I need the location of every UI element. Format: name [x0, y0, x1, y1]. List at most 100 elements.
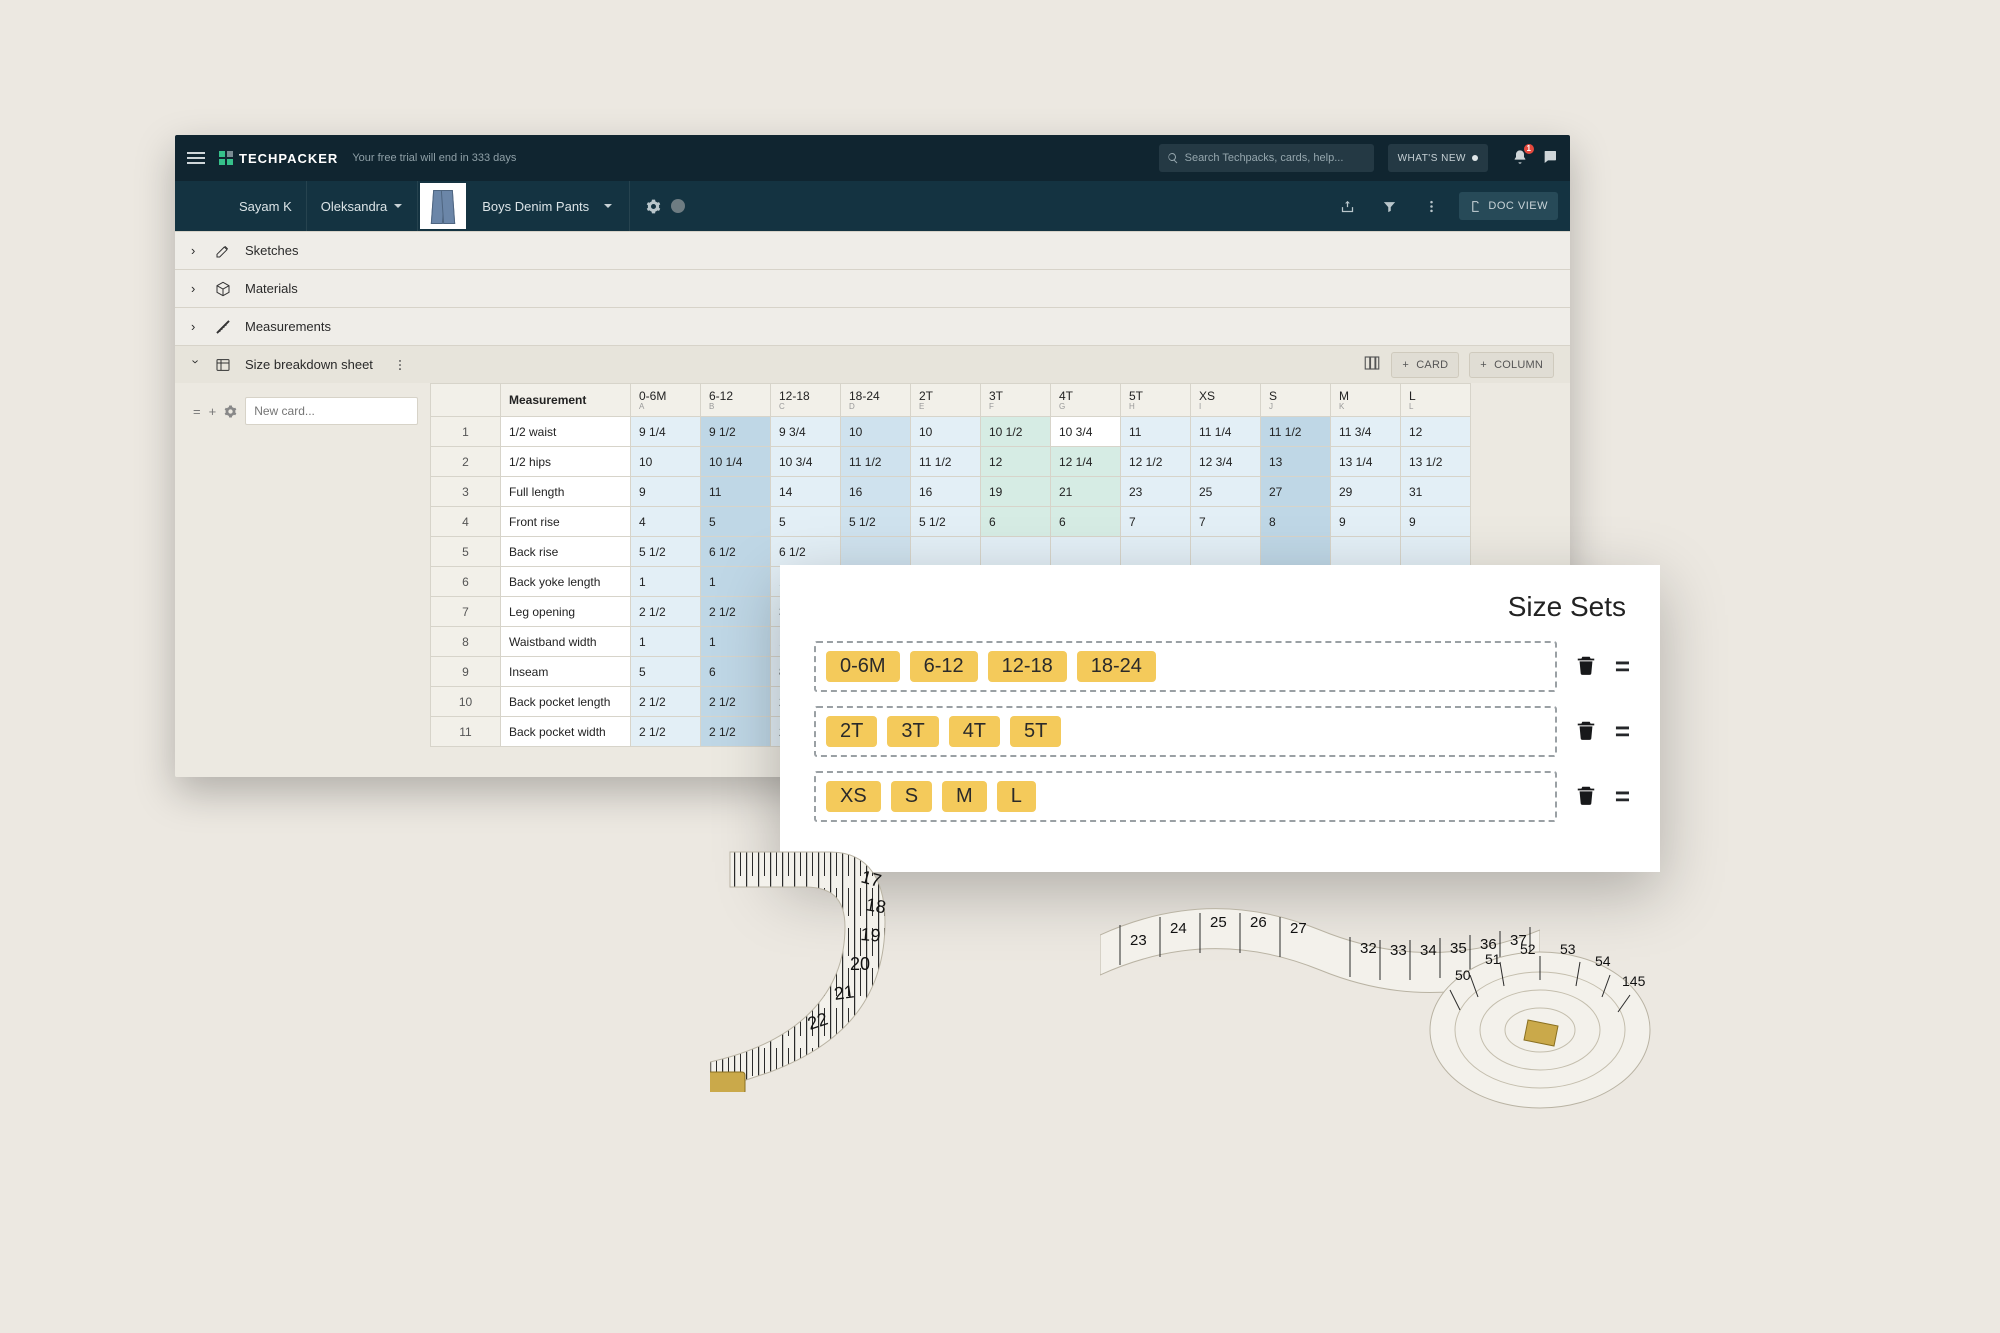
whats-new-button[interactable]: WHAT'S NEW	[1388, 144, 1488, 172]
cell[interactable]: 2 1/2	[631, 597, 701, 627]
cell[interactable]: 5	[771, 507, 841, 537]
measurement-name[interactable]: Back yoke length	[501, 567, 631, 597]
share-button[interactable]	[1333, 192, 1361, 220]
gear-icon[interactable]	[646, 199, 661, 214]
product-thumbnail[interactable]	[420, 183, 466, 229]
cell[interactable]: 29	[1331, 477, 1401, 507]
cell[interactable]: 10 1/2	[981, 417, 1051, 447]
cell[interactable]: 11 1/2	[841, 447, 911, 477]
size-chip[interactable]: 18-24	[1077, 651, 1156, 682]
chat-button[interactable]	[1542, 149, 1558, 168]
cell[interactable]: 6	[981, 507, 1051, 537]
cell[interactable]: 5 1/2	[911, 507, 981, 537]
cell[interactable]: 12 3/4	[1191, 447, 1261, 477]
measurement-name[interactable]: 1/2 hips	[501, 447, 631, 477]
measurement-name[interactable]: Back pocket length	[501, 687, 631, 717]
cell[interactable]: 14	[771, 477, 841, 507]
section-materials[interactable]: › Materials	[175, 269, 1570, 307]
measurement-name[interactable]: Front rise	[501, 507, 631, 537]
cell[interactable]: 11 1/2	[1261, 417, 1331, 447]
cell[interactable]	[911, 537, 981, 567]
size-chip[interactable]: M	[942, 781, 987, 812]
product-selector[interactable]: Boys Denim Pants	[466, 199, 629, 214]
column-header[interactable]: SJ	[1261, 384, 1331, 417]
drag-handle[interactable]: =	[1615, 781, 1626, 812]
cell[interactable]: 1	[631, 627, 701, 657]
cell[interactable]: 11 1/2	[911, 447, 981, 477]
measurement-name[interactable]: Inseam	[501, 657, 631, 687]
cell[interactable]: 31	[1401, 477, 1471, 507]
column-header[interactable]: XSI	[1191, 384, 1261, 417]
cell[interactable]: 4	[631, 507, 701, 537]
cell[interactable]: 5 1/2	[631, 537, 701, 567]
cell[interactable]	[1051, 537, 1121, 567]
cell[interactable]: 9 3/4	[771, 417, 841, 447]
measurement-name[interactable]: Waistband width	[501, 627, 631, 657]
cell[interactable]: 5	[631, 657, 701, 687]
cell[interactable]: 2 1/2	[701, 717, 771, 747]
size-chip[interactable]: 5T	[1010, 716, 1061, 747]
cell[interactable]: 16	[911, 477, 981, 507]
column-header[interactable]: MK	[1331, 384, 1401, 417]
cell[interactable]: 23	[1121, 477, 1191, 507]
cell[interactable]: 6	[701, 657, 771, 687]
cell[interactable]: 7	[1191, 507, 1261, 537]
cell[interactable]: 1	[701, 567, 771, 597]
column-header[interactable]: 3TF	[981, 384, 1051, 417]
size-set-dropzone[interactable]: XSSML	[814, 771, 1557, 822]
cell[interactable]	[981, 537, 1051, 567]
column-header[interactable]: LL	[1401, 384, 1471, 417]
cell[interactable]: 13	[1261, 447, 1331, 477]
size-chip[interactable]: XS	[826, 781, 881, 812]
cell[interactable]: 2 1/2	[701, 597, 771, 627]
cell[interactable]: 10	[841, 417, 911, 447]
cell[interactable]: 12 1/4	[1051, 447, 1121, 477]
size-set-dropzone[interactable]: 2T3T4T5T	[814, 706, 1557, 757]
delete-set-button[interactable]	[1575, 783, 1597, 810]
cell[interactable]: 1	[701, 627, 771, 657]
cell[interactable]: 10	[631, 447, 701, 477]
cell[interactable]: 10	[911, 417, 981, 447]
cell[interactable]: 8	[1261, 507, 1331, 537]
cell[interactable]: 9 1/2	[701, 417, 771, 447]
cell[interactable]: 11	[1121, 417, 1191, 447]
cell[interactable]: 13 1/4	[1331, 447, 1401, 477]
column-header[interactable]: 4TG	[1051, 384, 1121, 417]
size-chip[interactable]: 2T	[826, 716, 877, 747]
cell[interactable]: 7	[1121, 507, 1191, 537]
cell[interactable]: 10 3/4	[771, 447, 841, 477]
cell[interactable]: 1	[631, 567, 701, 597]
plus-icon[interactable]: +	[209, 404, 217, 418]
section-measurements[interactable]: › Measurements	[175, 307, 1570, 345]
column-header[interactable]: 18-24D	[841, 384, 911, 417]
cell[interactable]: 21	[1051, 477, 1121, 507]
cell[interactable]	[1121, 537, 1191, 567]
menu-icon[interactable]	[187, 152, 205, 164]
cell[interactable]: 10 3/4	[1051, 417, 1121, 447]
cell[interactable]	[841, 537, 911, 567]
measurement-name[interactable]: Back pocket width	[501, 717, 631, 747]
cell[interactable]: 12	[981, 447, 1051, 477]
cell[interactable]: 2 1/2	[631, 687, 701, 717]
doc-view-button[interactable]: DOC VIEW	[1459, 192, 1558, 220]
cell[interactable]: 12	[1401, 417, 1471, 447]
size-chip[interactable]: 12-18	[988, 651, 1067, 682]
header-measurement[interactable]: Measurement	[501, 384, 631, 417]
cell[interactable]: 12 1/2	[1121, 447, 1191, 477]
cell[interactable]: 11 1/4	[1191, 417, 1261, 447]
breadcrumb-collection[interactable]: Oleksandra	[307, 181, 418, 231]
cell[interactable]: 19	[981, 477, 1051, 507]
brand-logo[interactable]: TECHPACKER	[219, 151, 338, 166]
cell[interactable]: 5 1/2	[841, 507, 911, 537]
cell[interactable]	[1331, 537, 1401, 567]
measurement-name[interactable]: Back rise	[501, 537, 631, 567]
cell[interactable]: 9	[1401, 507, 1471, 537]
column-header[interactable]: 2TE	[911, 384, 981, 417]
cell[interactable]: 5	[701, 507, 771, 537]
cell[interactable]: 25	[1191, 477, 1261, 507]
column-header[interactable]: 5TH	[1121, 384, 1191, 417]
columns-icon[interactable]	[1363, 354, 1381, 375]
measurement-name[interactable]: Leg opening	[501, 597, 631, 627]
cell[interactable]: 9 1/4	[631, 417, 701, 447]
column-header[interactable]: 6-12B	[701, 384, 771, 417]
